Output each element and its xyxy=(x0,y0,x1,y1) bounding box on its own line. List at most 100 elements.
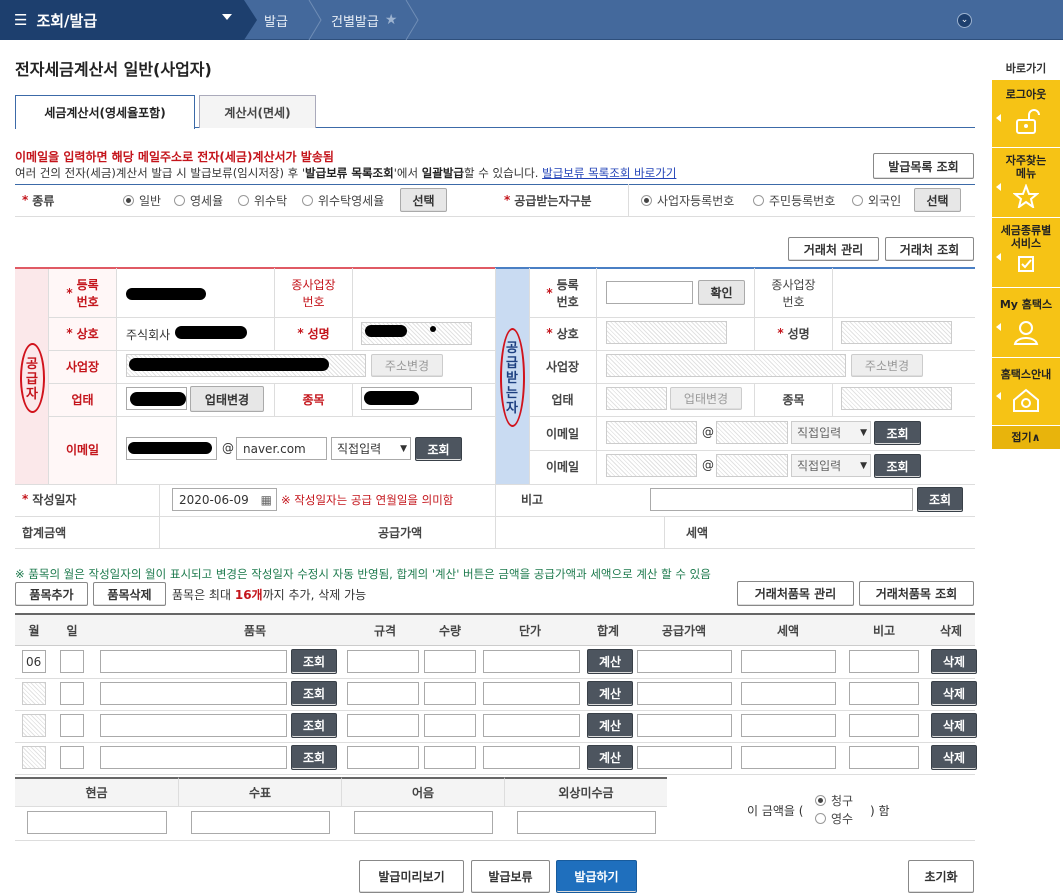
item-name-input[interactable] xyxy=(100,650,287,673)
receiver-email1-select[interactable]: 직접입력 xyxy=(791,421,871,444)
item-remark-input[interactable] xyxy=(849,650,919,673)
receiver-radio-biz[interactable]: 사업자등록번호 xyxy=(641,192,734,209)
regno-confirm-button[interactable]: 확인 xyxy=(698,280,745,305)
receiver-email1-domain-input[interactable] xyxy=(716,421,788,444)
item-qty-input[interactable] xyxy=(424,682,476,705)
item-day-input[interactable] xyxy=(60,682,84,705)
kind-select-button[interactable]: 선택 xyxy=(400,188,447,212)
item-lookup-button[interactable]: 조회 xyxy=(291,649,337,674)
receiver-name-input[interactable] xyxy=(606,321,727,344)
item-qty-input[interactable] xyxy=(424,650,476,673)
partner-item-search-button[interactable]: 거래처품목 조회 xyxy=(859,581,974,606)
receiver-email2-lookup-button[interactable]: 조회 xyxy=(874,454,921,478)
receiver-radio-foreigner[interactable]: 외국인 xyxy=(852,192,901,209)
kind-radio-zero-rate[interactable]: 영세율 xyxy=(174,192,223,209)
receiver-select-button[interactable]: 선택 xyxy=(914,188,961,212)
item-unit-price-input[interactable] xyxy=(483,650,580,673)
item-spec-input[interactable] xyxy=(347,650,419,673)
preview-button[interactable]: 발급미리보기 xyxy=(359,860,464,893)
check-input[interactable] xyxy=(191,811,330,834)
issue-button[interactable]: 발급하기 xyxy=(556,860,637,893)
reset-button[interactable]: 초기화 xyxy=(908,860,974,893)
breadcrumb-single-issue[interactable]: 건별발급 ★ xyxy=(331,0,397,40)
main-menu-dropdown[interactable]: ☰ 조회/발급 xyxy=(0,0,244,40)
item-lookup-button[interactable]: 조회 xyxy=(291,681,337,706)
item-month-input[interactable]: 06 xyxy=(22,650,46,673)
receiver-biz-change-button[interactable]: 업태변경 xyxy=(670,387,742,410)
hold-list-link[interactable]: 발급보류 목록조회 바로가기 xyxy=(542,166,676,180)
supplier-email-select[interactable]: 직접입력 xyxy=(331,437,411,460)
item-day-input[interactable] xyxy=(60,714,84,737)
item-unit-price-input[interactable] xyxy=(483,746,580,769)
sidebar-item-my-hometax[interactable]: My 홈택스 xyxy=(992,288,1060,358)
calendar-icon[interactable]: ▦ xyxy=(261,493,272,507)
receiver-email2-domain-input[interactable] xyxy=(716,454,788,477)
item-calc-button[interactable]: 계산 xyxy=(587,681,633,706)
item-lookup-button[interactable]: 조회 xyxy=(291,745,337,770)
partner-manage-button[interactable]: 거래처 관리 xyxy=(788,237,879,261)
item-unit-price-input[interactable] xyxy=(483,714,580,737)
item-tax-input[interactable] xyxy=(741,650,836,673)
item-delete-row-button[interactable]: 삭제 xyxy=(931,649,977,674)
supplier-email-lookup-button[interactable]: 조회 xyxy=(415,437,462,461)
supplier-email-domain-input[interactable]: naver.com xyxy=(236,437,327,460)
sidebar-item-tax-services[interactable]: 세금종류별 서비스 xyxy=(992,218,1060,288)
claim-radio[interactable]: 청구 xyxy=(815,792,853,809)
receiver-biz-input[interactable] xyxy=(606,387,667,410)
breadcrumb-issue[interactable]: 발급 xyxy=(264,0,288,40)
item-delete-row-button[interactable]: 삭제 xyxy=(931,745,977,770)
sidebar-item-guide[interactable]: 홈택스안내 xyxy=(992,358,1060,426)
item-spec-input[interactable] xyxy=(347,714,419,737)
item-supply-input[interactable] xyxy=(637,650,732,673)
item-month-input[interactable] xyxy=(22,714,46,737)
receiver-item-input[interactable] xyxy=(841,387,952,410)
item-tax-input[interactable] xyxy=(741,714,836,737)
partner-item-manage-button[interactable]: 거래처품목 관리 xyxy=(737,581,854,606)
item-remark-input[interactable] xyxy=(849,746,919,769)
kind-radio-consign[interactable]: 위수탁 xyxy=(238,192,287,209)
expand-circle-icon[interactable]: ⌄ xyxy=(957,13,972,28)
item-delete-row-button[interactable]: 삭제 xyxy=(931,681,977,706)
item-spec-input[interactable] xyxy=(347,682,419,705)
item-qty-input[interactable] xyxy=(424,714,476,737)
item-supply-input[interactable] xyxy=(637,682,732,705)
receiver-addr-input[interactable] xyxy=(606,354,846,377)
sidebar-fold-button[interactable]: 접기∧ xyxy=(992,426,1060,450)
cash-input[interactable] xyxy=(27,811,167,834)
sidebar-item-logout[interactable]: 로그아웃 xyxy=(992,80,1060,148)
item-calc-button[interactable]: 계산 xyxy=(587,745,633,770)
item-spec-input[interactable] xyxy=(347,746,419,769)
item-name-input[interactable] xyxy=(100,746,287,769)
receiver-email1-id-input[interactable] xyxy=(606,421,697,444)
item-lookup-button[interactable]: 조회 xyxy=(291,713,337,738)
receiver-regno-input[interactable] xyxy=(606,281,693,304)
issue-list-button[interactable]: 발급목록 조회 xyxy=(873,153,974,179)
item-delete-button[interactable]: 품목삭제 xyxy=(93,582,166,606)
note-input[interactable] xyxy=(354,811,493,834)
receiver-email2-select[interactable]: 직접입력 xyxy=(791,454,871,477)
sidebar-item-favorites[interactable]: 자주찾는 메뉴 xyxy=(992,148,1060,218)
receiver-email1-lookup-button[interactable]: 조회 xyxy=(874,421,921,445)
item-unit-price-input[interactable] xyxy=(483,682,580,705)
item-name-input[interactable] xyxy=(100,682,287,705)
favorite-star-icon[interactable]: ★ xyxy=(385,12,398,28)
item-remark-input[interactable] xyxy=(849,714,919,737)
write-date-input[interactable]: 2020-06-09 ▦ xyxy=(172,488,277,511)
item-delete-row-button[interactable]: 삭제 xyxy=(931,713,977,738)
tab-tax-invoice[interactable]: 세금계산서(영세율포함) xyxy=(15,95,195,129)
receiver-addr-change-button[interactable]: 주소변경 xyxy=(851,354,923,377)
supplier-addr-change-button[interactable]: 주소변경 xyxy=(371,354,443,377)
item-remark-input[interactable] xyxy=(849,682,919,705)
receiver-email2-id-input[interactable] xyxy=(606,454,697,477)
item-name-input[interactable] xyxy=(100,714,287,737)
item-calc-button[interactable]: 계산 xyxy=(587,713,633,738)
item-month-input[interactable] xyxy=(22,746,46,769)
item-qty-input[interactable] xyxy=(424,746,476,769)
item-day-input[interactable] xyxy=(60,650,84,673)
item-supply-input[interactable] xyxy=(637,714,732,737)
biz-change-button[interactable]: 업태변경 xyxy=(190,386,264,412)
partner-search-button[interactable]: 거래처 조회 xyxy=(885,237,974,261)
tab-invoice[interactable]: 계산서(면세) xyxy=(199,95,316,128)
item-day-input[interactable] xyxy=(60,746,84,769)
item-month-input[interactable] xyxy=(22,682,46,705)
